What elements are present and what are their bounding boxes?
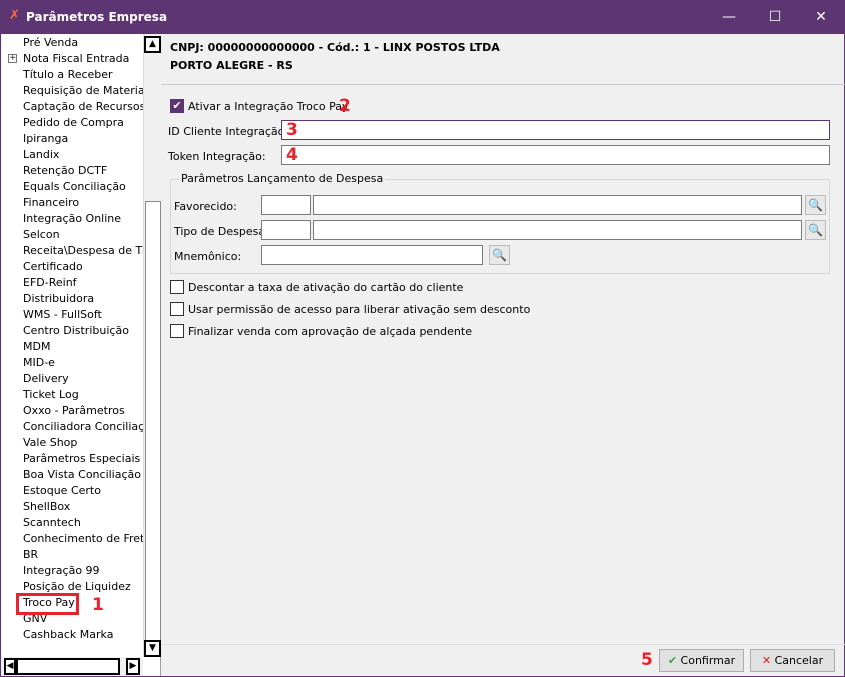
- scroll-down-button[interactable]: ▼: [144, 640, 161, 657]
- divider: [162, 84, 845, 85]
- sidebar-item[interactable]: Certificado: [23, 259, 83, 275]
- company-cnpj: CNPJ: 00000000000000 - Cód.: 1 - LINX PO…: [170, 41, 500, 54]
- cancel-button[interactable]: ✕ Cancelar: [750, 649, 835, 672]
- option-label: Usar permissão de acesso para liberar at…: [188, 303, 531, 316]
- sidebar-item[interactable]: Retenção DCTF: [23, 163, 107, 179]
- sidebar-item[interactable]: Landix: [23, 147, 59, 163]
- sidebar-item[interactable]: WMS - FullSoft: [23, 307, 102, 323]
- sidebar-item[interactable]: Integração Online: [23, 211, 121, 227]
- annotation-2: 2: [339, 96, 351, 116]
- sidebar-item[interactable]: MID-e: [23, 355, 55, 371]
- sidebar-item[interactable]: Delivery: [23, 371, 69, 387]
- scroll-up-button[interactable]: ▲: [144, 36, 161, 53]
- vertical-scrollbar[interactable]: ▲ ▼: [143, 34, 161, 657]
- option-checkbox[interactable]: [170, 324, 184, 338]
- sidebar-tree: Pré Venda + Nota Fiscal Entrada Título a Re…: [2, 34, 161, 676]
- id-cliente-input[interactable]: [281, 120, 830, 140]
- footer: 5 ✔ Confirmar ✕ Cancelar: [162, 644, 845, 676]
- confirm-label: Confirmar: [680, 654, 736, 667]
- tipo-despesa-label: Tipo de Despesa:: [174, 225, 269, 238]
- sidebar-item[interactable]: Conciliadora Conciliação: [23, 419, 158, 435]
- annotation-3: 3: [286, 120, 298, 140]
- hscroll-thumb[interactable]: [16, 658, 120, 675]
- mnemonico-input[interactable]: [261, 245, 483, 265]
- sidebar-item[interactable]: Boa Vista Conciliação: [23, 467, 141, 483]
- sidebar-item[interactable]: Nota Fiscal Entrada: [23, 51, 129, 67]
- main-panel: CNPJ: 00000000000000 - Cód.: 1 - LINX PO…: [162, 34, 845, 644]
- sidebar-item[interactable]: Centro Distribuição: [23, 323, 129, 339]
- sidebar-item[interactable]: Parâmetros Especiais: [23, 451, 140, 467]
- sidebar-item[interactable]: Ipiranga: [23, 131, 68, 147]
- option-label: Descontar a taxa de ativação do cartão d…: [188, 281, 464, 294]
- sidebar-item[interactable]: Pré Venda: [23, 35, 78, 51]
- option-label: Finalizar venda com aprovação de alçada …: [188, 325, 472, 338]
- mnemonico-search-icon[interactable]: 🔍: [489, 245, 510, 265]
- company-city: PORTO ALEGRE - RS: [170, 59, 293, 72]
- favorecido-search-icon[interactable]: 🔍: [805, 195, 826, 215]
- x-icon: ✕: [761, 654, 772, 667]
- parametros-empresa-window: ✗ Parâmetros Empresa — ☐ ✕ Pré Venda + Not…: [0, 0, 845, 677]
- favorecido-label: Favorecido:: [174, 200, 237, 213]
- sidebar-item[interactable]: Título a Receber: [23, 67, 113, 83]
- ativar-label: Ativar a Integração Troco Pay: [188, 100, 349, 113]
- sidebar-item[interactable]: Estoque Certo: [23, 483, 101, 499]
- favorecido-code-input[interactable]: [261, 195, 311, 215]
- sidebar-item[interactable]: Ticket Log: [23, 387, 79, 403]
- sidebar-item[interactable]: Integração 99: [23, 563, 100, 579]
- token-input[interactable]: [281, 145, 830, 165]
- sidebar-item[interactable]: Conhecimento de Frete: [23, 531, 151, 547]
- mnemonico-label: Mnemônico:: [174, 250, 242, 263]
- tipo-despesa-name-input[interactable]: [313, 220, 802, 240]
- title-bar: ✗ Parâmetros Empresa — ☐ ✕: [1, 1, 844, 34]
- sidebar-item[interactable]: Distribuidora: [23, 291, 94, 307]
- sidebar-item[interactable]: Selcon: [23, 227, 60, 243]
- favorecido-name-input[interactable]: [313, 195, 802, 215]
- scroll-left-button[interactable]: ◀: [4, 658, 16, 675]
- annotation-1: 1: [92, 595, 104, 615]
- sidebar-item[interactable]: Captação de Recursos: [23, 99, 145, 115]
- sidebar-item[interactable]: Financeiro: [23, 195, 79, 211]
- horizontal-scrollbar[interactable]: ◀ ▶: [2, 657, 143, 676]
- close-button[interactable]: ✕: [798, 1, 844, 34]
- confirm-button[interactable]: ✔ Confirmar: [659, 649, 744, 672]
- group-title: Parâmetros Lançamento de Despesa: [179, 172, 386, 185]
- scroll-thumb[interactable]: [145, 201, 161, 641]
- sidebar-item[interactable]: Pedido de Compra: [23, 115, 124, 131]
- option-checkbox[interactable]: [170, 280, 184, 294]
- sidebar-item[interactable]: Vale Shop: [23, 435, 77, 451]
- sidebar-item[interactable]: Cashback Marka: [23, 627, 113, 643]
- sidebar-item[interactable]: ShellBox: [23, 499, 70, 515]
- minimize-button[interactable]: —: [706, 1, 752, 34]
- sidebar-item[interactable]: Scanntech: [23, 515, 81, 531]
- token-label: Token Integração:: [168, 150, 266, 163]
- sidebar-item[interactable]: BR: [23, 547, 38, 563]
- tipo-despesa-code-input[interactable]: [261, 220, 311, 240]
- sidebar-item[interactable]: Equals Conciliação: [23, 179, 126, 195]
- sidebar-item[interactable]: Requisição de Materiais: [23, 83, 153, 99]
- annotation-5: 5: [641, 650, 653, 670]
- ativar-checkbox[interactable]: ✔: [170, 99, 184, 113]
- highlight-box: [16, 593, 79, 615]
- option-checkbox[interactable]: [170, 302, 184, 316]
- tipo-despesa-search-icon[interactable]: 🔍: [805, 220, 826, 240]
- sidebar-item[interactable]: EFD-Reinf: [23, 275, 77, 291]
- scroll-right-button[interactable]: ▶: [126, 658, 140, 675]
- linx-logo-icon: ✗: [9, 8, 20, 23]
- annotation-4: 4: [286, 145, 298, 165]
- id-cliente-label: ID Cliente Integração:: [168, 125, 289, 138]
- maximize-button[interactable]: ☐: [752, 1, 798, 34]
- expand-icon[interactable]: +: [8, 54, 17, 63]
- sidebar-item[interactable]: Oxxo - Parâmetros: [23, 403, 125, 419]
- sidebar-item[interactable]: MDM: [23, 339, 50, 355]
- check-icon: ✔: [667, 654, 678, 667]
- sidebar-item[interactable]: Receita\Despesa de Titul: [23, 243, 159, 259]
- despesa-group: Parâmetros Lançamento de Despesa Favorec…: [170, 172, 830, 274]
- cancel-label: Cancelar: [774, 654, 824, 667]
- window-title: Parâmetros Empresa: [26, 10, 168, 24]
